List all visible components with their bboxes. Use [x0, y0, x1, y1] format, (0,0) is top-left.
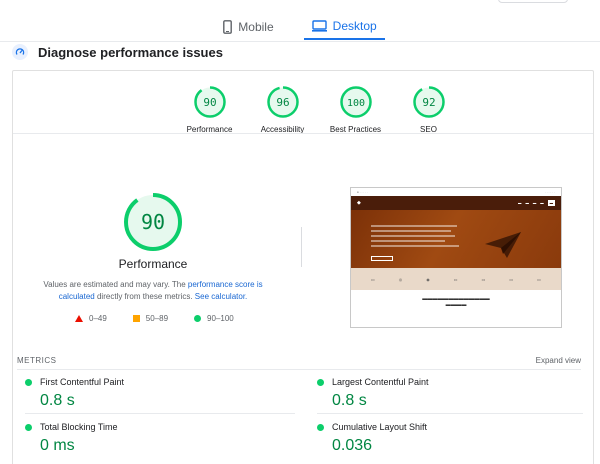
metrics-heading: METRICS	[17, 356, 57, 365]
device-tabs: Mobile Desktop	[0, 14, 600, 42]
metric-name: First Contentful Paint	[40, 377, 125, 387]
thumb-bottom-lines: ▬▬▬▬▬▬▬▬▬▬▬▬▬ ▬▬▬▬	[422, 296, 490, 308]
phone-icon	[223, 20, 233, 34]
tab-mobile-label: Mobile	[238, 20, 274, 34]
gauge-score: 96	[276, 96, 289, 109]
gauge-score: 92	[422, 96, 435, 109]
thumb-navbar: ◆ ▬ ▬ ▬ ▬ ▬	[351, 196, 561, 210]
metric-value: 0.8 s	[40, 392, 75, 409]
gauge-best-practices[interactable]: 100 Best Practices	[319, 85, 392, 134]
thumb-topbar: ● · · · · · · · · · · ·	[351, 188, 561, 196]
paper-plane-icon	[485, 232, 521, 258]
metric-value: 0 ms	[40, 437, 75, 454]
tab-mobile[interactable]: Mobile	[215, 14, 281, 40]
gauge-ring: 96	[266, 86, 299, 118]
pass-circle-icon	[317, 378, 324, 386]
pass-circle-icon	[25, 378, 32, 386]
gauge-score: 100	[346, 98, 364, 109]
performance-title: Performance	[118, 257, 188, 271]
gauge-performance[interactable]: 90 Performance	[173, 85, 246, 134]
report-card: 90 Performance 96 Accessibility 100 Best…	[12, 70, 594, 464]
gauge-score: 90	[203, 96, 216, 109]
legend-average: 50–89	[132, 314, 169, 323]
gauge-ring: 90	[193, 86, 226, 118]
pass-circle-icon	[25, 423, 32, 431]
vertical-divider	[301, 227, 302, 267]
metric-name: Cumulative Layout Shift	[332, 422, 428, 432]
section-title: Diagnose performance issues	[38, 44, 223, 60]
metric-cls: Cumulative Layout Shift 0.036	[317, 422, 427, 455]
gauge-ring: 92	[412, 86, 445, 118]
legend-label: 90–100	[207, 314, 234, 323]
square-icon	[132, 315, 140, 322]
note-text: directly from these metrics.	[94, 292, 195, 301]
legend-fail: 0–49	[75, 314, 107, 323]
metric-divider	[25, 413, 295, 414]
thumb-logo: ◆	[357, 200, 361, 206]
gauge-seo[interactable]: 92 SEO	[392, 85, 465, 134]
metrics-divider	[17, 369, 581, 370]
performance-note: Values are estimated and may vary. The p…	[28, 279, 278, 303]
performance-summary: 90 Performance Values are estimated and …	[13, 191, 293, 303]
desktop-icon	[311, 20, 327, 32]
final-screenshot: ● · · · · · · · · · · · ◆ ▬ ▬ ▬ ▬ ▬ ▭ ◎ ◉ ▭ ▭ ▭ ▭	[350, 187, 562, 328]
legend-pass: 90–100	[194, 314, 234, 323]
thumb-menu: ▬ ▬ ▬ ▬ ▬	[518, 200, 555, 206]
performance-score: 90	[141, 210, 165, 234]
header-control[interactable]	[498, 0, 568, 3]
metric-value: 0.8 s	[332, 392, 367, 409]
speedometer-icon	[12, 44, 28, 60]
performance-gauge: 90	[124, 193, 182, 251]
metric-name: Largest Contentful Paint	[332, 377, 429, 387]
thumb-hero-button	[371, 256, 393, 261]
gauge-ring: 100	[339, 86, 372, 118]
metric-lcp: Largest Contentful Paint 0.8 s	[317, 377, 429, 410]
see-calculator-link[interactable]: See calculator.	[195, 292, 247, 301]
legend-label: 50–89	[145, 314, 169, 323]
metric-value: 0.036	[332, 437, 373, 454]
circle-icon	[194, 315, 202, 322]
tabs-divider	[0, 41, 600, 42]
section-header: Diagnose performance issues	[12, 44, 223, 60]
gauges-divider	[13, 133, 593, 134]
legend-label: 0–49	[89, 314, 107, 323]
note-text: Values are estimated and may vary. The	[43, 280, 188, 289]
metric-fcp: First Contentful Paint 0.8 s	[25, 377, 124, 410]
metric-name: Total Blocking Time	[40, 422, 118, 432]
tab-desktop[interactable]: Desktop	[303, 14, 385, 40]
metric-tbt: Total Blocking Time 0 ms	[25, 422, 118, 455]
metric-divider	[317, 413, 583, 414]
pagespeed-report: Mobile Desktop Diagnose performance issu…	[0, 0, 600, 464]
triangle-icon	[75, 315, 83, 322]
thumb-client-logos: ▭ ◎ ◉ ▭ ▭ ▭ ▭	[351, 268, 561, 290]
thumb-bottom: ▬▬▬▬▬▬▬▬▬▬▬▬▬ ▬▬▬▬	[351, 290, 561, 327]
gauge-accessibility[interactable]: 96 Accessibility	[246, 85, 319, 134]
thumb-hero	[351, 210, 561, 268]
category-gauges: 90 Performance 96 Accessibility 100 Best…	[173, 85, 465, 134]
pass-circle-icon	[317, 423, 324, 431]
expand-view-toggle[interactable]: Expand view	[536, 356, 581, 365]
score-legend: 0–49 50–89 90–100	[75, 314, 234, 323]
tab-desktop-label: Desktop	[332, 19, 377, 33]
